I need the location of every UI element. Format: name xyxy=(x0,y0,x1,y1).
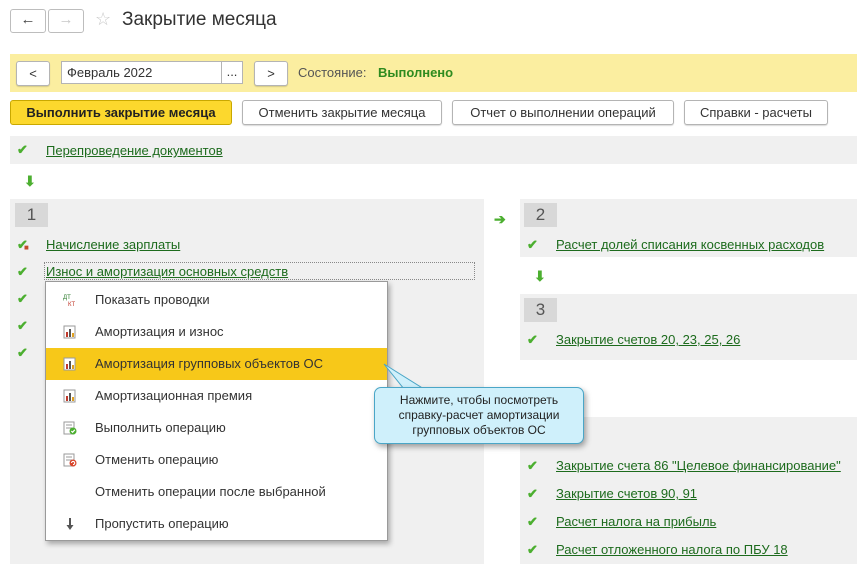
menu-item-label: Отменить операцию xyxy=(95,452,219,467)
menu-item-cancel-operation[interactable]: Отменить операцию xyxy=(46,444,387,476)
page-title: Закрытие месяца xyxy=(122,9,277,30)
menu-item-cancel-after-selected[interactable]: Отменить операции после выбранной xyxy=(46,476,387,508)
arrow-left-icon: ← xyxy=(20,11,36,28)
menu-item-label: Пропустить операцию xyxy=(95,516,229,531)
period-field[interactable]: Февраль 2022 xyxy=(61,61,222,84)
menu-item-group-assets-depreciation[interactable]: Амортизация групповых объектов ОС xyxy=(46,348,387,380)
payroll-link[interactable]: Начисление зарплаты xyxy=(46,237,180,252)
svg-text:КТ: КТ xyxy=(68,302,75,307)
edit-mark-icon: ■ xyxy=(24,243,29,252)
arrow-right-icon: → xyxy=(58,11,74,28)
close-accounts-20-26-link[interactable]: Закрытие счетов 20, 23, 25, 26 xyxy=(556,332,740,347)
favorite-star-icon[interactable]: ☆ xyxy=(95,9,111,30)
back-button[interactable]: ← xyxy=(10,9,46,33)
group-3-panel xyxy=(520,294,857,360)
check-icon: ✔ xyxy=(527,332,538,347)
tooltip-pointer-joint xyxy=(395,388,425,391)
group-3-number: 3 xyxy=(524,298,557,322)
check-icon: ✔ xyxy=(527,542,538,557)
check-icon: ✔ xyxy=(17,318,28,333)
report-icon xyxy=(63,325,76,339)
deferred-tax-link[interactable]: Расчет отложенного налога по ПБУ 18 xyxy=(556,542,788,557)
menu-item-skip-operation[interactable]: Пропустить операцию xyxy=(46,508,387,540)
menu-item-depreciation-bonus[interactable]: Амортизационная премия xyxy=(46,380,387,412)
menu-item-label: Амортизация групповых объектов ОС xyxy=(95,356,324,371)
svg-text:ДТ: ДТ xyxy=(63,295,71,301)
check-icon: ✔ xyxy=(17,345,28,360)
state-value: Выполнено xyxy=(378,65,454,80)
arrow-down-icon: ⬇ xyxy=(534,268,546,284)
run-month-close-button[interactable]: Выполнить закрытие месяца xyxy=(10,100,232,125)
reposting-documents-link[interactable]: Перепроведение документов xyxy=(46,143,223,158)
close-account-86-link[interactable]: Закрытие счета 86 "Целевое финансировани… xyxy=(556,458,841,473)
forward-button[interactable]: → xyxy=(48,9,84,33)
run-operation-icon xyxy=(63,421,77,435)
arrow-right-icon: ➔ xyxy=(494,211,506,227)
period-picker-button[interactable]: ... xyxy=(221,61,243,84)
group-2-number: 2 xyxy=(524,203,557,227)
next-period-button[interactable]: > xyxy=(254,61,288,86)
check-icon: ✔ xyxy=(17,291,28,306)
menu-item-label: Выполнить операцию xyxy=(95,420,226,435)
check-icon: ✔ xyxy=(527,458,538,473)
calculations-refs-button[interactable]: Справки - расчеты xyxy=(684,100,828,125)
close-accounts-90-91-link[interactable]: Закрытие счетов 90, 91 xyxy=(556,486,697,501)
operations-report-button[interactable]: Отчет о выполнении операций xyxy=(452,100,674,125)
context-menu: ДТ КТ Показать проводки Амортизация и из… xyxy=(45,281,388,541)
menu-item-label: Амортизационная премия xyxy=(95,388,253,403)
check-icon: ✔ xyxy=(527,486,538,501)
menu-item-label: Амортизация и износ xyxy=(95,324,224,339)
indirect-costs-link[interactable]: Расчет долей списания косвенных расходов xyxy=(556,237,824,252)
check-icon: ✔ xyxy=(527,514,538,529)
menu-item-label: Отменить операции после выбранной xyxy=(95,484,326,499)
dt-kt-icon: ДТ КТ xyxy=(63,295,75,307)
cancel-month-close-button[interactable]: Отменить закрытие месяца xyxy=(242,100,442,125)
hint-tooltip: Нажмите, чтобы посмотреть справку-расчет… xyxy=(374,387,584,444)
depreciation-link[interactable]: Износ и амортизация основных средств xyxy=(46,264,288,279)
group-1-number: 1 xyxy=(15,203,48,227)
arrow-down-icon: ⬇ xyxy=(24,173,36,189)
check-icon: ✔ xyxy=(527,237,538,252)
cancel-operation-icon xyxy=(63,453,77,467)
check-icon: ✔ xyxy=(17,264,28,279)
state-label: Состояние: xyxy=(298,65,367,80)
menu-item-run-operation[interactable]: Выполнить операцию xyxy=(46,412,387,444)
prev-period-button[interactable]: < xyxy=(16,61,50,86)
tooltip-text: Нажмите, чтобы посмотреть справку-расчет… xyxy=(398,393,560,437)
menu-item-show-entries[interactable]: ДТ КТ Показать проводки xyxy=(46,284,387,316)
menu-item-depreciation-report[interactable]: Амортизация и износ xyxy=(46,316,387,348)
report-icon xyxy=(63,357,76,371)
report-icon xyxy=(63,389,76,403)
skip-arrow-icon xyxy=(66,518,74,530)
menu-item-label: Показать проводки xyxy=(95,292,210,307)
check-icon: ✔ xyxy=(17,142,28,157)
income-tax-link[interactable]: Расчет налога на прибыль xyxy=(556,514,716,529)
